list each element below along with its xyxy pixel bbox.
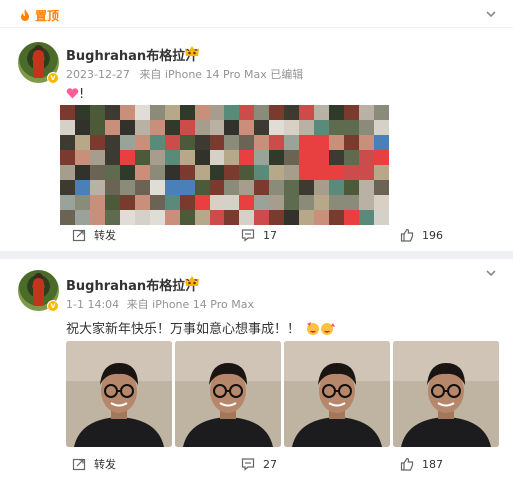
user-name[interactable]: Bughrahan布格拉汗	[66, 275, 198, 294]
verified-badge-icon: v	[47, 300, 59, 312]
member-crown-icon[interactable]	[183, 274, 201, 288]
post-text-content: !	[79, 87, 85, 102]
like-button[interactable]: 187	[400, 452, 443, 476]
share-icon	[72, 458, 86, 471]
post-date[interactable]: 1-1 14:04	[66, 298, 119, 311]
comment-icon	[241, 229, 255, 242]
post-text: !	[66, 87, 84, 102]
post-source: 来自 iPhone 14 Pro Max	[126, 298, 254, 311]
repost-label: 转发	[94, 229, 116, 242]
repost-button[interactable]: 转发	[72, 223, 116, 247]
action-bar: 转发 27 187	[0, 452, 513, 476]
like-count: 187	[422, 457, 443, 471]
chevron-down-icon[interactable]	[485, 267, 497, 279]
action-bar: 转发 17 196	[0, 223, 513, 247]
thumbs-up-icon	[400, 457, 414, 471]
verified-badge-icon: v	[47, 72, 59, 84]
post-photo[interactable]	[284, 341, 390, 447]
divider	[0, 27, 513, 28]
post-source: 来自 iPhone 14 Pro Max	[139, 68, 267, 81]
post-text-content: 祝大家新年快乐！万事如意心想事成！！	[66, 322, 301, 337]
post-image[interactable]	[60, 105, 389, 225]
heart-emoji-icon	[66, 88, 79, 99]
post-date[interactable]: 2023-12-27	[66, 68, 130, 81]
post-photo[interactable]	[66, 341, 172, 447]
pinned-label: 置顶	[35, 8, 60, 23]
comment-icon	[241, 458, 255, 471]
comment-count: 27	[263, 457, 277, 471]
post-photo[interactable]	[175, 341, 281, 447]
user-name[interactable]: Bughrahan布格拉汗	[66, 45, 198, 64]
share-icon	[72, 229, 86, 242]
repost-button[interactable]: 转发	[72, 452, 116, 476]
comment-button[interactable]: 17	[241, 223, 277, 247]
chevron-down-icon[interactable]	[485, 8, 497, 20]
like-count: 196	[422, 228, 443, 242]
post-meta: 1-1 14:04 来自 iPhone 14 Pro Max	[66, 296, 254, 312]
like-button[interactable]: 196	[400, 223, 443, 247]
celebration-emoji-icon	[307, 322, 336, 335]
post-photo[interactable]	[393, 341, 499, 447]
member-crown-icon[interactable]	[183, 44, 201, 58]
repost-label: 转发	[94, 458, 116, 471]
post-text: 祝大家新年快乐！万事如意心想事成！！	[66, 318, 336, 337]
edited-label[interactable]: 已编辑	[270, 68, 303, 81]
comment-count: 17	[263, 228, 277, 242]
pinned-indicator: 置顶	[18, 6, 59, 24]
post-card: 置顶 v Bughrahan布格拉汗 2023-12-27 来自 iPhone …	[0, 0, 513, 251]
thumbs-up-icon	[400, 228, 414, 242]
comment-button[interactable]: 27	[241, 452, 277, 476]
fire-icon	[21, 9, 29, 21]
post-meta: 2023-12-27 来自 iPhone 14 Pro Max 已编辑	[66, 66, 303, 82]
